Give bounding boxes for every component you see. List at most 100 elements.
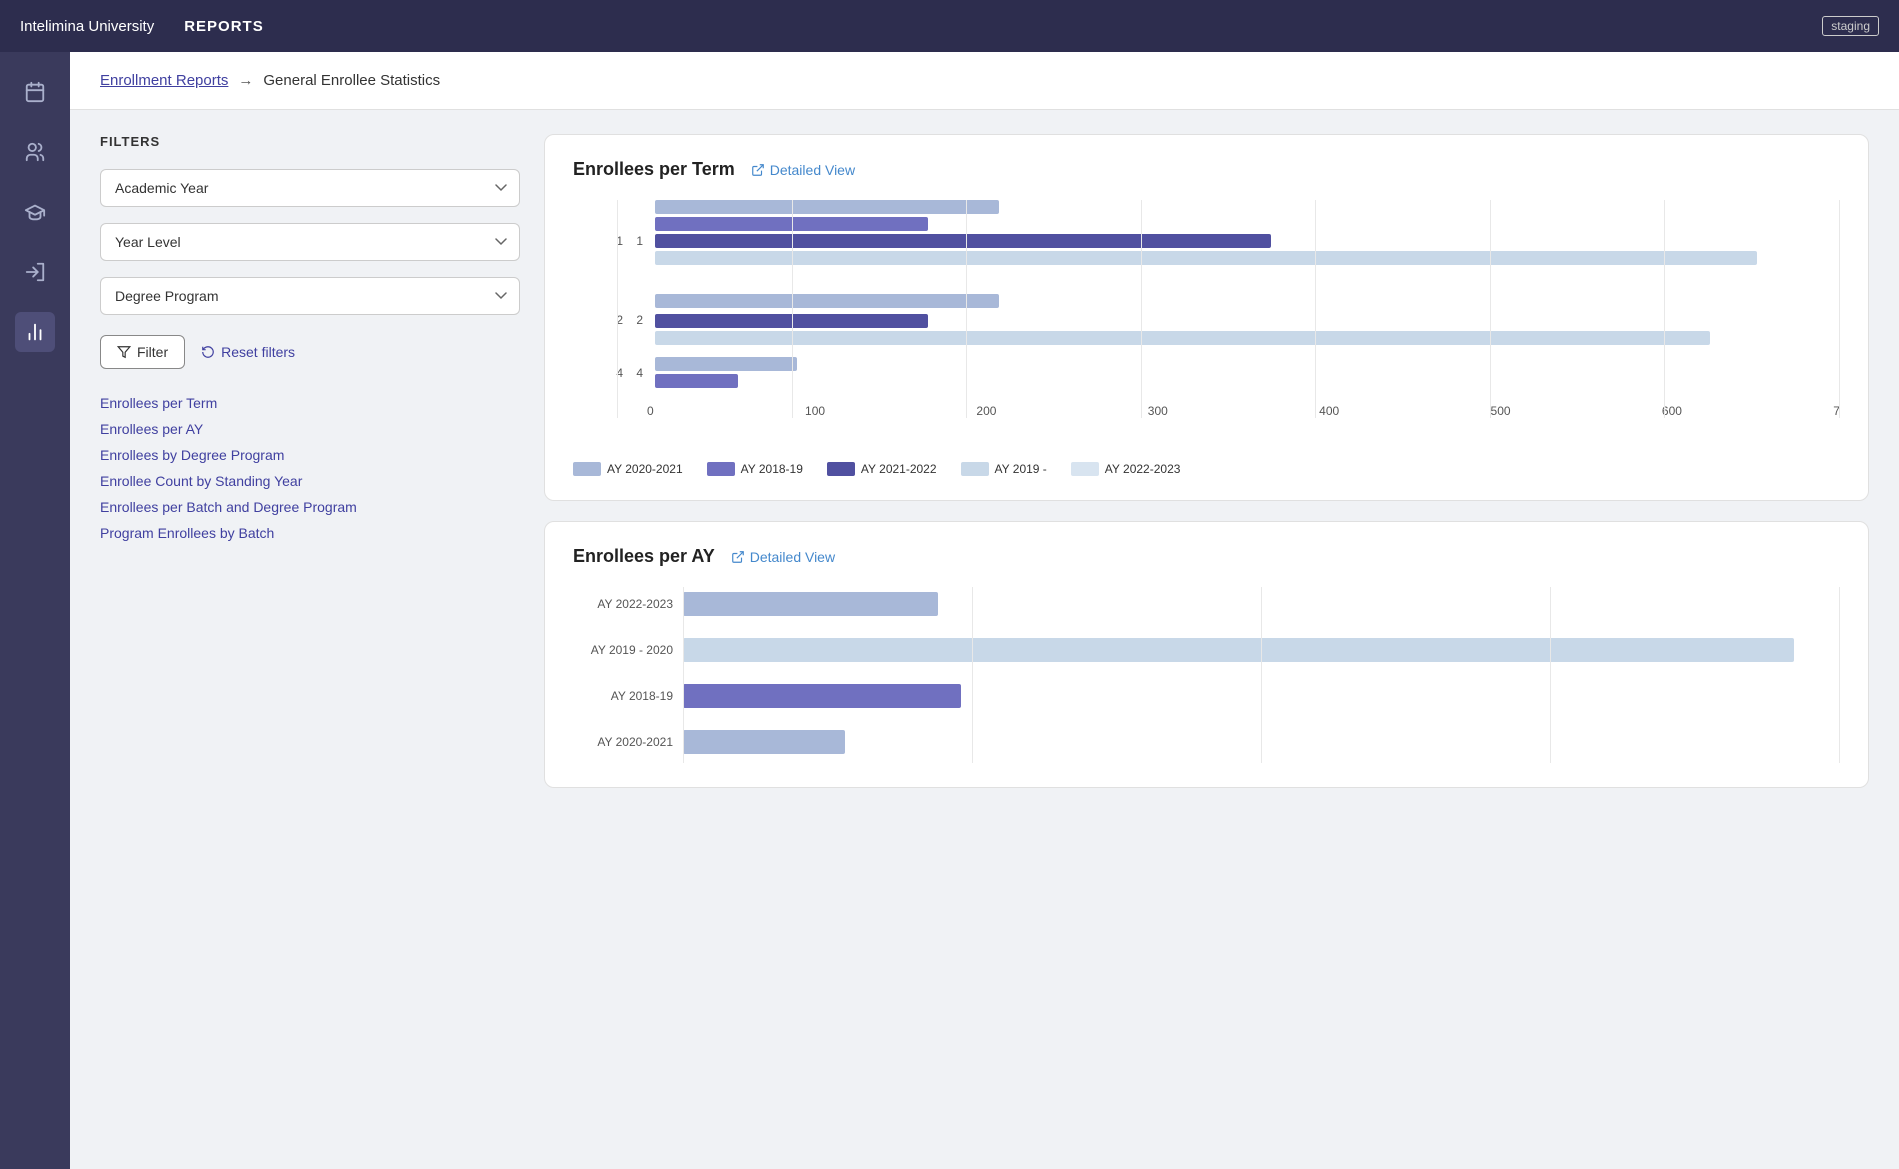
chart1-body: 1 1: [573, 200, 1840, 448]
legend-color-ay2020: [573, 462, 601, 476]
chart1-header: Enrollees per Term Detailed View: [573, 159, 1840, 180]
reset-icon: [201, 345, 215, 359]
chart2-bars-area: AY 2022-2023 AY 2019 - 2020 AY 2018-19: [683, 587, 1840, 763]
external-link-icon-2: [731, 550, 745, 564]
legend-label-ay2018: AY 2018-19: [741, 462, 803, 476]
filters-title: FILTERS: [100, 134, 520, 149]
chart1-bar-4-ay2018: [655, 374, 738, 388]
sidebar: [0, 52, 70, 1169]
reset-filters-button[interactable]: Reset filters: [201, 344, 295, 360]
chart1-ylabel-1: 1: [603, 234, 623, 248]
chart1-x-axis: 0 100 200 300 400 500 600 7: [603, 404, 1840, 418]
nav-reports-label: REPORTS: [184, 18, 264, 35]
chart2-row-ay2020: AY 2020-2021: [683, 725, 1840, 759]
chart1-bar-1-ay2020: [655, 200, 999, 214]
main-layout: Enrollment Reports → General Enrollee St…: [0, 52, 1899, 1169]
content-area: Enrollment Reports → General Enrollee St…: [70, 52, 1899, 1169]
degree-program-select[interactable]: Degree Program: [100, 277, 520, 315]
chart2-bar-ay2022: [683, 592, 938, 616]
chart2-title: Enrollees per AY: [573, 546, 715, 567]
chart2-label-ay2022: AY 2022-2023: [583, 597, 673, 611]
legend-color-ay2022: [1071, 462, 1099, 476]
chart2-row-ay2019: AY 2019 - 2020: [683, 633, 1840, 667]
breadcrumb-link[interactable]: Enrollment Reports: [100, 72, 228, 89]
chart1-bar-1-ay2018: [655, 217, 928, 231]
legend-label-ay2019: AY 2019 -: [995, 462, 1047, 476]
left-panel: FILTERS Academic Year AY 2022-2023 AY 20…: [100, 134, 520, 1145]
chart2-header: Enrollees per AY Detailed View: [573, 546, 1840, 567]
chart1-bar-4-ay2020: [655, 357, 797, 371]
chart1-bar-2-ay2019: [655, 331, 1710, 345]
academic-year-select[interactable]: Academic Year AY 2022-2023 AY 2021-2022 …: [100, 169, 520, 207]
chart2-bar-ay2018: [683, 684, 961, 708]
filter-actions: Filter Reset filters: [100, 335, 520, 369]
legend-item-ay2021: AY 2021-2022: [827, 462, 937, 476]
sidebar-icon-login[interactable]: [15, 252, 55, 292]
chart2-label-ay2019: AY 2019 - 2020: [583, 643, 673, 657]
chart2-detailed-view-label: Detailed View: [750, 549, 835, 565]
chart1-row-2: 2 2: [603, 294, 1840, 345]
nav-link-enrollees-by-degree[interactable]: Enrollees by Degree Program: [100, 447, 520, 463]
chart2-bar-ay2019: [683, 638, 1794, 662]
chart1-ylabel-4: 4: [603, 366, 623, 380]
chart1-bars-4: [655, 357, 1840, 388]
legend-item-ay2019: AY 2019 -: [961, 462, 1047, 476]
chart2-body: AY 2022-2023 AY 2019 - 2020 AY 2018-19: [573, 587, 1840, 763]
breadcrumb-current: General Enrollee Statistics: [263, 72, 440, 89]
chart2-label-ay2018: AY 2018-19: [583, 689, 673, 703]
sidebar-icon-graduation[interactable]: [15, 192, 55, 232]
breadcrumb-arrow: →: [238, 72, 253, 89]
chart1-ylabel-2: 2: [603, 313, 623, 327]
legend-label-ay2021: AY 2021-2022: [861, 462, 937, 476]
legend-item-ay2020: AY 2020-2021: [573, 462, 683, 476]
reset-btn-label: Reset filters: [221, 344, 295, 360]
enrollees-per-ay-card: Enrollees per AY Detailed View AY: [544, 521, 1869, 788]
chart1-detailed-view-label: Detailed View: [770, 162, 855, 178]
nav-link-enrollee-count-standing[interactable]: Enrollee Count by Standing Year: [100, 473, 520, 489]
legend-color-ay2018: [707, 462, 735, 476]
chart1-row-4: 4 4: [603, 357, 1840, 388]
chart1-bar-2-ay2021: [655, 314, 928, 328]
chart1-row-1: 1 1: [603, 200, 1840, 282]
chart1-bar-2-ay2020: [655, 294, 999, 308]
chart2-row-ay2022: AY 2022-2023: [683, 587, 1840, 621]
enrollees-per-term-card: Enrollees per Term Detailed View: [544, 134, 1869, 501]
external-link-icon: [751, 163, 765, 177]
sidebar-icon-chart[interactable]: [15, 312, 55, 352]
chart1-bar-1-ay2019: [655, 251, 1757, 265]
nav-link-program-enrollees-batch[interactable]: Program Enrollees by Batch: [100, 525, 520, 541]
breadcrumb-bar: Enrollment Reports → General Enrollee St…: [70, 52, 1899, 110]
nav-link-enrollees-per-batch[interactable]: Enrollees per Batch and Degree Program: [100, 499, 520, 515]
year-level-select[interactable]: Year Level 1 2 3 4: [100, 223, 520, 261]
legend-color-ay2019: [961, 462, 989, 476]
legend-item-ay2018: AY 2018-19: [707, 462, 803, 476]
chart1-bars-1: [655, 200, 1840, 282]
top-nav: Intelimina University REPORTS staging: [0, 0, 1899, 52]
filter-icon: [117, 345, 131, 359]
staging-badge: staging: [1822, 16, 1879, 36]
filter-button[interactable]: Filter: [100, 335, 185, 369]
sidebar-icon-users[interactable]: [15, 132, 55, 172]
chart2-row-ay2018: AY 2018-19: [683, 679, 1840, 713]
nav-link-enrollees-per-term[interactable]: Enrollees per Term: [100, 395, 520, 411]
filter-btn-label: Filter: [137, 344, 168, 360]
sidebar-icon-calendar[interactable]: [15, 72, 55, 112]
chart1-title: Enrollees per Term: [573, 159, 735, 180]
chart2-detailed-view-link[interactable]: Detailed View: [731, 549, 835, 565]
brand-name: Intelimina University: [20, 18, 154, 35]
chart2-bar-ay2020: [683, 730, 845, 754]
chart1-legend: AY 2020-2021 AY 2018-19 AY 2021-2022: [573, 462, 1840, 476]
chart2-label-ay2020: AY 2020-2021: [583, 735, 673, 749]
chart1-bars-2: [655, 294, 1840, 345]
legend-item-ay2022: AY 2022-2023: [1071, 462, 1181, 476]
nav-link-enrollees-per-ay[interactable]: Enrollees per AY: [100, 421, 520, 437]
chart1-ylabel-1b: 1: [631, 234, 643, 248]
chart1-bar-1-ay2021: [655, 234, 1271, 248]
legend-label-ay2022: AY 2022-2023: [1105, 462, 1181, 476]
right-panel: Enrollees per Term Detailed View: [544, 134, 1869, 1145]
legend-label-ay2020: AY 2020-2021: [607, 462, 683, 476]
chart1-bars-area: 1 1: [603, 200, 1840, 448]
legend-color-ay2021: [827, 462, 855, 476]
chart1-ylabel-4b: 4: [631, 366, 643, 380]
chart1-detailed-view-link[interactable]: Detailed View: [751, 162, 855, 178]
